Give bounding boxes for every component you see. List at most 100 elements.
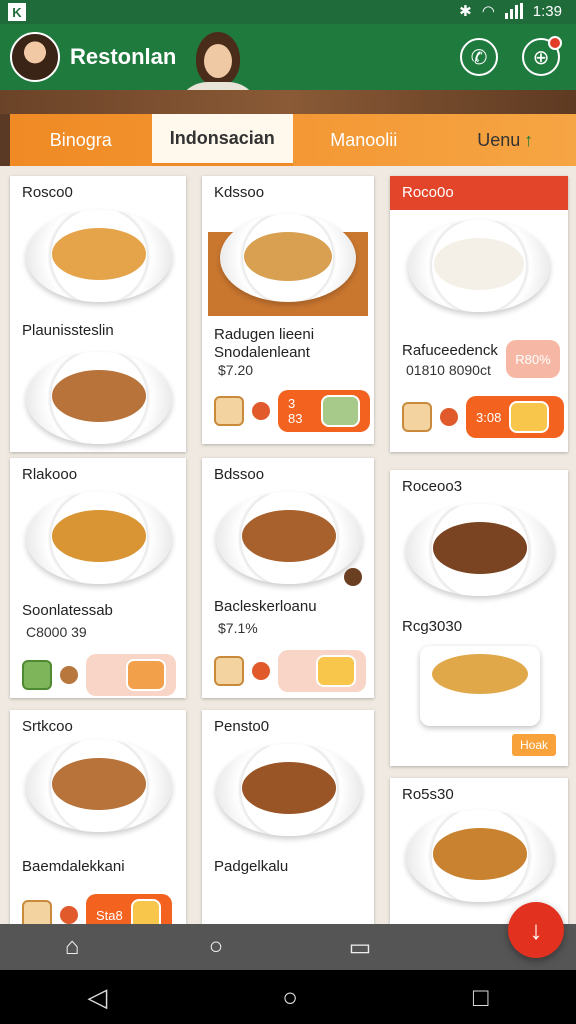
sambal-icon bbox=[60, 906, 78, 924]
dish-actions: 3 83 bbox=[214, 390, 370, 432]
dish-actions bbox=[214, 650, 366, 692]
menu-card[interactable]: Srtkcoo Baemdalekkani Sta8 bbox=[10, 710, 186, 924]
card-header: Roco0o bbox=[390, 176, 568, 210]
dish-image bbox=[408, 220, 550, 312]
dish-image bbox=[216, 492, 362, 584]
garnish-icon bbox=[344, 568, 362, 586]
dish-code: 01810 8090ct bbox=[406, 362, 491, 378]
status-icons: ✱ ◠ 1:39 bbox=[459, 2, 562, 21]
side-dish-icon bbox=[22, 660, 52, 690]
dish-name: Plaunissteslin bbox=[22, 322, 114, 339]
dish-actions: 3:08 bbox=[402, 396, 564, 438]
bluetooth-icon: ✱ bbox=[459, 3, 472, 20]
add-to-order-button[interactable]: 3:08 bbox=[466, 396, 564, 438]
app-title: Restonlan bbox=[70, 44, 177, 69]
tab-indonesian[interactable]: Indonsacian bbox=[151, 114, 293, 166]
drink-icon bbox=[22, 900, 52, 924]
card-header: Kdssoo bbox=[214, 184, 265, 201]
dish-tag: Hoak bbox=[512, 734, 557, 756]
dish-actions: Sta8 bbox=[22, 894, 172, 924]
hero-banner bbox=[0, 90, 576, 114]
status-bar: K ✱ ◠ 1:39 bbox=[0, 0, 576, 24]
dish-code: C8000 39 bbox=[26, 624, 87, 640]
search-icon: ○ bbox=[208, 933, 224, 960]
dish-image bbox=[406, 810, 554, 902]
add-to-order-button[interactable] bbox=[86, 654, 176, 696]
nav-home[interactable]: ⌂ bbox=[0, 933, 144, 961]
dish-price: $7.20 bbox=[218, 362, 254, 378]
home-circle-icon[interactable]: ○ bbox=[282, 982, 298, 1013]
tab-menu-label: Uenu bbox=[477, 129, 521, 150]
profile-avatar[interactable] bbox=[10, 32, 60, 82]
dish-image bbox=[216, 744, 362, 836]
wifi-icon: ◠ bbox=[481, 3, 495, 20]
dish-name: Rcg3030 bbox=[402, 618, 463, 635]
phone-button[interactable]: ✆ bbox=[460, 38, 498, 76]
sprout-icon: ↑ bbox=[524, 129, 534, 150]
dish-thumb bbox=[130, 899, 161, 924]
notification-icon: K bbox=[8, 3, 26, 21]
menu-grid: Rosco0 Plaunissteslin Rlakooo Soonlatess… bbox=[0, 166, 576, 924]
order-label: 3 83 bbox=[288, 396, 303, 426]
dish-image bbox=[26, 352, 172, 444]
dish-name: Bacleskerloanu bbox=[214, 598, 317, 615]
add-to-order-button[interactable] bbox=[278, 650, 366, 692]
dish-image bbox=[220, 214, 356, 302]
menu-card[interactable]: Bdssoo Bacleskerloanu $7.1% bbox=[202, 458, 374, 698]
app-bar: Restonlan ✆ ⊕ bbox=[0, 24, 576, 114]
sambal-icon bbox=[440, 408, 458, 426]
menu-card[interactable]: Rlakooo Soonlatessab C8000 39 bbox=[10, 458, 186, 698]
snack-icon bbox=[60, 666, 78, 684]
tab-menu[interactable]: Uenu ↑ bbox=[435, 114, 576, 166]
cart-button[interactable]: ⊕ bbox=[522, 36, 562, 76]
signal-icon bbox=[504, 3, 523, 19]
dish-name: Rafuceedenck bbox=[402, 342, 498, 359]
order-label: Sta8 bbox=[96, 907, 123, 923]
category-tabs: Binogra Indonsacian Manoolii Uenu ↑ bbox=[10, 114, 576, 166]
nav-search[interactable]: ○ bbox=[144, 933, 288, 961]
dish-description: Snodalenleant bbox=[214, 344, 310, 361]
status-time: 1:39 bbox=[532, 2, 562, 20]
menu-card[interactable]: Kdssoo Radugen lieeni Snodalenleant $7.2… bbox=[202, 176, 374, 444]
drink-icon bbox=[214, 396, 244, 426]
dish-name: Soonlatessab bbox=[22, 602, 113, 619]
dish-thumb bbox=[509, 401, 550, 433]
menu-card[interactable]: Pensto0 Padgelkalu bbox=[202, 710, 374, 924]
add-to-order-button[interactable]: 3 83 bbox=[278, 390, 370, 432]
sambal-icon bbox=[252, 662, 270, 680]
dish-actions bbox=[22, 654, 176, 696]
download-fab[interactable]: ↓ bbox=[508, 902, 564, 958]
back-icon[interactable]: ◁ bbox=[87, 982, 107, 1013]
dish-thumb bbox=[316, 655, 356, 687]
card-header: Rosco0 bbox=[22, 184, 73, 201]
menu-card[interactable]: Roceoo3 Rcg3030 Hoak bbox=[390, 470, 568, 766]
cart-icon: ⊕ bbox=[532, 46, 550, 69]
menu-card[interactable]: Roco0o Rafuceedenck 01810 8090ct R80% 3:… bbox=[390, 176, 568, 452]
dish-thumb bbox=[320, 395, 360, 427]
tab-binogra[interactable]: Binogra bbox=[10, 114, 152, 166]
bottom-navigation: ⌂ ○ ▭ bbox=[0, 924, 576, 970]
menu-card[interactable]: Rosco0 Plaunissteslin bbox=[10, 176, 186, 452]
card-header: Pensto0 bbox=[214, 718, 270, 735]
dish-bowl-image bbox=[420, 646, 540, 726]
dish-name: Padgelkalu bbox=[214, 858, 289, 875]
drink-icon bbox=[214, 656, 244, 686]
card-header: Srtkcoo bbox=[22, 718, 73, 735]
add-to-order-button[interactable]: Sta8 bbox=[86, 894, 172, 924]
monitor-icon: ▭ bbox=[348, 933, 372, 961]
card-header: Bdssoo bbox=[214, 466, 265, 483]
recents-icon[interactable]: □ bbox=[473, 982, 489, 1013]
dish-image bbox=[26, 492, 172, 584]
system-navigation: ◁ ○ □ bbox=[0, 970, 576, 1024]
arrow-down-icon: ↓ bbox=[529, 914, 543, 945]
card-header: Rlakooo bbox=[22, 466, 78, 483]
nav-orders[interactable]: ▭ bbox=[288, 933, 432, 962]
dish-price: $7.1% bbox=[218, 620, 258, 636]
tab-manoolii[interactable]: Manoolii bbox=[293, 114, 435, 166]
snack-icon bbox=[252, 402, 270, 420]
card-header: Roceoo3 bbox=[402, 478, 463, 495]
dish-name: Baemdalekkani bbox=[22, 858, 125, 875]
phone-icon: ✆ bbox=[470, 46, 488, 69]
order-label: 3:08 bbox=[476, 409, 502, 425]
dish-thumb bbox=[126, 659, 166, 691]
